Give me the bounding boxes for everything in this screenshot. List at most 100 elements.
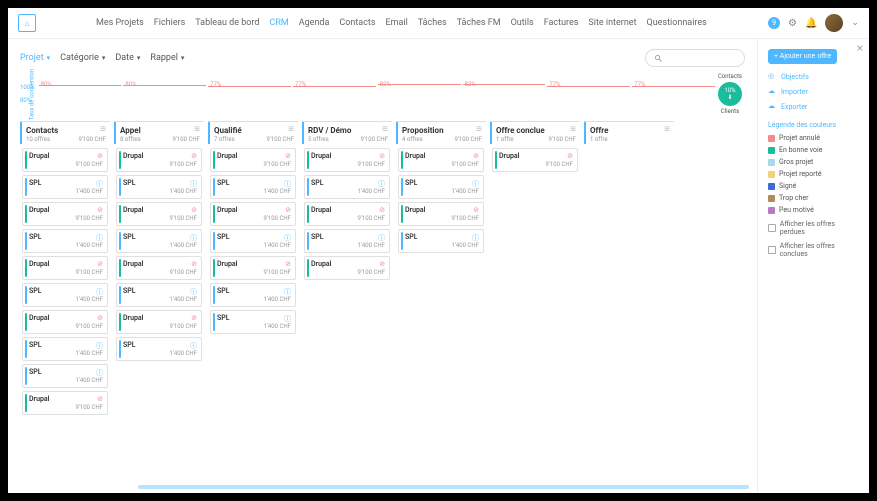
legend-item: Signé [768, 182, 859, 190]
offer-card[interactable]: ⓘSPL1'400 CHF [22, 175, 108, 199]
filter-catégorie[interactable]: Catégorie▾ [60, 53, 105, 63]
nav-item[interactable]: Factures [544, 18, 579, 28]
download-icon: ☁ [768, 102, 777, 111]
offer-card[interactable]: ⊘Drupal9'100 CHF [492, 148, 578, 172]
add-offer-button[interactable]: + Ajouter une offre [768, 49, 837, 64]
offer-card[interactable]: ⓘSPL1'400 CHF [22, 229, 108, 253]
offer-card[interactable]: ⊘Drupal9'100 CHF [304, 202, 390, 226]
legend-title: Légende des couleurs [768, 121, 859, 129]
column: Offre≡1 offre [584, 121, 674, 451]
column-menu-icon[interactable]: ≡ [476, 125, 482, 135]
chart-ylabel: Taux de conversion [28, 69, 35, 121]
target-icon: ◎ [768, 72, 777, 81]
offer-card[interactable]: ⓘSPL1'400 CHF [116, 283, 202, 307]
column-menu-icon[interactable]: ≡ [100, 125, 106, 135]
avatar[interactable] [825, 14, 843, 32]
nav-item[interactable]: Contacts [339, 18, 375, 28]
offer-card[interactable]: ⊘Drupal9'100 CHF [116, 256, 202, 280]
conversion-chart: Taux de conversion 100% 80% 80%80%77%77%… [20, 73, 745, 115]
legend-item: Gros projet [768, 158, 859, 166]
offer-card[interactable]: ⓘSPL1'400 CHF [116, 337, 202, 361]
nav-item[interactable]: Agenda [299, 18, 330, 28]
nav-item[interactable]: Outils [511, 18, 534, 28]
column: Proposition≡4 offres9'100 CHF⊘Drupal9'10… [396, 121, 486, 451]
offer-card[interactable]: ⊘Drupal9'100 CHF [210, 148, 296, 172]
upload-icon: ☁ [768, 87, 777, 96]
filter-projet[interactable]: Projet▾ [20, 53, 50, 63]
close-icon[interactable]: × [857, 41, 863, 55]
offer-card[interactable]: ⓘSPL1'400 CHF [22, 364, 108, 388]
nav-item[interactable]: Mes Projets [96, 18, 144, 28]
offer-card[interactable]: ⓘSPL1'400 CHF [210, 175, 296, 199]
nav-item[interactable]: Tâches FM [457, 18, 501, 28]
side-link-target[interactable]: ◎Objectifs [768, 72, 859, 81]
side-link-download[interactable]: ☁Exporter [768, 102, 859, 111]
offer-card[interactable]: ⓘSPL1'400 CHF [210, 283, 296, 307]
bell-icon[interactable]: 🔔 [805, 18, 817, 29]
nav-item[interactable]: Tableau de bord [195, 18, 259, 28]
offer-card[interactable]: ⊘Drupal9'100 CHF [116, 148, 202, 172]
offer-card[interactable]: ⓘSPL1'400 CHF [398, 175, 484, 199]
offer-card[interactable]: ⓘSPL1'400 CHF [304, 229, 390, 253]
chart-segment: 80% [39, 75, 122, 113]
filter-bar: Projet▾ Catégorie▾ Date▾ Rappel▾ [20, 49, 745, 67]
offer-card[interactable]: ⓘSPL1'400 CHF [22, 337, 108, 361]
nav-item[interactable]: Tâches [418, 18, 447, 28]
offer-card[interactable]: ⓘSPL1'400 CHF [22, 283, 108, 307]
settings-icon[interactable]: ⚙ [788, 18, 797, 29]
column: Appel≡8 offres9'100 CHF⊘Drupal9'100 CHFⓘ… [114, 121, 204, 451]
filter-date[interactable]: Date▾ [115, 53, 140, 63]
chart-segment: 77% [208, 75, 291, 113]
kanban-board: Contacts≡10 offres9'100 CHF⊘Drupal9'100 … [20, 121, 745, 451]
offer-card[interactable]: ⊘Drupal9'100 CHF [22, 310, 108, 334]
column-menu-icon[interactable]: ≡ [664, 125, 670, 135]
offer-card[interactable]: ⊘Drupal9'100 CHF [22, 202, 108, 226]
offer-card[interactable]: ⊘Drupal9'100 CHF [22, 391, 108, 415]
search-input[interactable] [645, 49, 745, 67]
offer-card[interactable]: ⓘSPL1'400 CHF [116, 175, 202, 199]
side-link-upload[interactable]: ☁Importer [768, 87, 859, 96]
nav-item[interactable]: Fichiers [154, 18, 186, 28]
column-menu-icon[interactable]: ≡ [194, 125, 200, 135]
checkbox-option[interactable]: Afficher les offres perdues [768, 220, 859, 236]
checkbox-option[interactable]: Afficher les offres conclues [768, 242, 859, 258]
offer-card[interactable]: ⓘSPL1'400 CHF [398, 229, 484, 253]
chevron-down-icon[interactable]: ⌄ [851, 18, 859, 28]
nav-item[interactable]: CRM [269, 18, 288, 28]
notif-count[interactable]: 9 [768, 17, 780, 29]
offer-card[interactable]: ⊘Drupal9'100 CHF [22, 256, 108, 280]
legend-item: Projet annulé [768, 134, 859, 142]
offer-card[interactable]: ⊘Drupal9'100 CHF [398, 148, 484, 172]
nav-item[interactable]: Questionnaires [647, 18, 707, 28]
offer-card[interactable]: ⊘Drupal9'100 CHF [398, 202, 484, 226]
offer-card[interactable]: ⓘSPL1'400 CHF [210, 229, 296, 253]
chart-segment: 82% [463, 75, 546, 113]
legend-item: Peu motivé [768, 206, 859, 214]
column: RDV / Démo≡5 offres9'100 CHF⊘Drupal9'100… [302, 121, 392, 451]
nav-item[interactable]: Site internet [588, 18, 636, 28]
nav-item[interactable]: Email [386, 18, 408, 28]
offer-card[interactable]: ⊘Drupal9'100 CHF [210, 256, 296, 280]
legend-item: Trop cher [768, 194, 859, 202]
offer-card[interactable]: ⊘Drupal9'100 CHF [116, 202, 202, 226]
column-menu-icon[interactable]: ≡ [382, 125, 388, 135]
main-nav: Mes Projets Fichiers Tableau de bord CRM Age… [96, 18, 707, 28]
offer-card[interactable]: ⊘Drupal9'100 CHF [22, 148, 108, 172]
offer-card[interactable]: ⊘Drupal9'100 CHF [304, 148, 390, 172]
column: Qualifié≡7 offres9'100 CHF⊘Drupal9'100 C… [208, 121, 298, 451]
offer-card[interactable]: ⓘSPL1'400 CHF [210, 310, 296, 334]
side-panel: × + Ajouter une offre ◎Objectifs ☁Importe… [757, 39, 869, 492]
chart-segment: 77% [547, 75, 630, 113]
topbar: ⌂ Mes ProjetsFichiersTableau de bordCRMA… [8, 8, 869, 39]
filter-rappel[interactable]: Rappel▾ [150, 53, 184, 63]
offer-card[interactable]: ⊘Drupal9'100 CHF [304, 256, 390, 280]
column: Contacts≡10 offres9'100 CHF⊘Drupal9'100 … [20, 121, 110, 451]
offer-card[interactable]: ⓘSPL1'400 CHF [304, 175, 390, 199]
chart-segment: 77% [293, 75, 376, 113]
offer-card[interactable]: ⊘Drupal9'100 CHF [116, 310, 202, 334]
scrollbar[interactable] [138, 485, 749, 489]
column-menu-icon[interactable]: ≡ [288, 125, 294, 135]
column-menu-icon[interactable]: ≡ [570, 125, 576, 135]
offer-card[interactable]: ⊘Drupal9'100 CHF [210, 202, 296, 226]
offer-card[interactable]: ⓘSPL1'400 CHF [116, 229, 202, 253]
